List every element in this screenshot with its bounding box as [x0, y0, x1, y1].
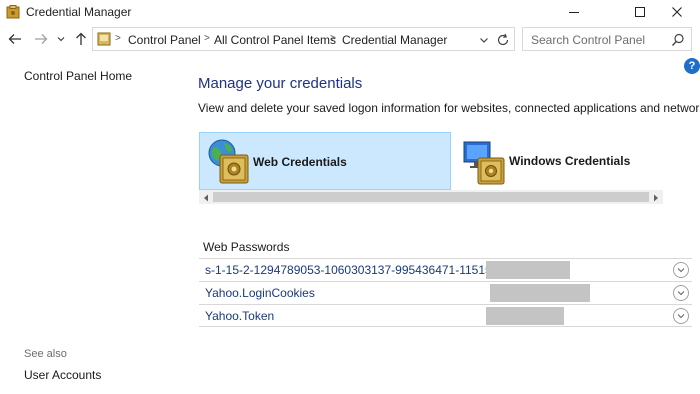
expand-chevron-icon[interactable] [673, 285, 689, 301]
breadcrumb-separator-icon[interactable]: > [204, 33, 210, 44]
credential-name: Yahoo.Token [205, 309, 275, 323]
expand-chevron-icon[interactable] [673, 308, 689, 324]
back-button[interactable] [7, 31, 23, 47]
scroll-left-icon[interactable] [201, 192, 211, 202]
see-also-label: See also [24, 348, 67, 360]
scroll-right-icon[interactable] [651, 192, 661, 202]
windows-credentials-icon [462, 138, 508, 189]
page-description: View and delete your saved logon informa… [198, 101, 700, 115]
help-icon[interactable]: ? [684, 58, 700, 74]
scrollbar-thumb[interactable] [213, 192, 649, 202]
refresh-icon[interactable] [496, 33, 510, 47]
user-accounts-link[interactable]: User Accounts [24, 368, 101, 382]
credential-row[interactable]: Yahoo.Token [199, 304, 692, 327]
credential-manager-icon [6, 5, 20, 19]
control-panel-icon [97, 32, 111, 46]
redacted-value [486, 307, 564, 325]
web-passwords-heading: Web Passwords [203, 240, 290, 254]
address-dropdown-icon[interactable] [478, 34, 490, 46]
breadcrumb-credential-manager[interactable]: Credential Manager [342, 33, 447, 47]
tab-windows-credentials[interactable]: Windows Credentials [452, 132, 662, 190]
minimize-button[interactable] [551, 0, 597, 24]
web-credentials-icon [206, 137, 252, 188]
search-icon[interactable] [671, 33, 685, 47]
breadcrumb-control-panel[interactable]: Control Panel [128, 33, 201, 47]
page-title: Manage your credentials [198, 75, 363, 92]
title-bar: Credential Manager [0, 0, 700, 26]
control-panel-home-link[interactable]: Control Panel Home [24, 69, 132, 83]
address-bar[interactable]: > Control Panel > All Control Panel Item… [92, 27, 515, 51]
navigation-bar: > Control Panel > All Control Panel Item… [0, 27, 700, 53]
breadcrumb-separator-icon: > [115, 33, 121, 44]
horizontal-scrollbar[interactable] [199, 190, 663, 204]
breadcrumb-all-items[interactable]: All Control Panel Items [214, 33, 336, 47]
search-input[interactable]: Search Control Panel [531, 33, 645, 47]
window-title: Credential Manager [26, 5, 132, 19]
up-button[interactable] [73, 31, 89, 47]
windows-credentials-label: Windows Credentials [509, 154, 631, 168]
forward-button[interactable] [33, 31, 49, 47]
redacted-value [490, 284, 590, 302]
tab-web-credentials[interactable]: Web Credentials [199, 132, 451, 190]
expand-chevron-icon[interactable] [673, 262, 689, 278]
redacted-value [486, 261, 570, 279]
credential-row[interactable]: Yahoo.LoginCookies [199, 281, 692, 304]
credential-name: s-1-15-2-1294789053-1060303137-995436471… [205, 263, 522, 277]
web-credentials-label: Web Credentials [253, 155, 347, 169]
recent-locations-button[interactable] [56, 31, 66, 47]
credential-row[interactable]: s-1-15-2-1294789053-1060303137-995436471… [199, 258, 692, 281]
breadcrumb-separator-icon[interactable]: > [330, 33, 336, 44]
close-button[interactable] [654, 0, 700, 24]
search-box[interactable]: Search Control Panel [522, 27, 692, 51]
credential-name: Yahoo.LoginCookies [205, 286, 315, 300]
